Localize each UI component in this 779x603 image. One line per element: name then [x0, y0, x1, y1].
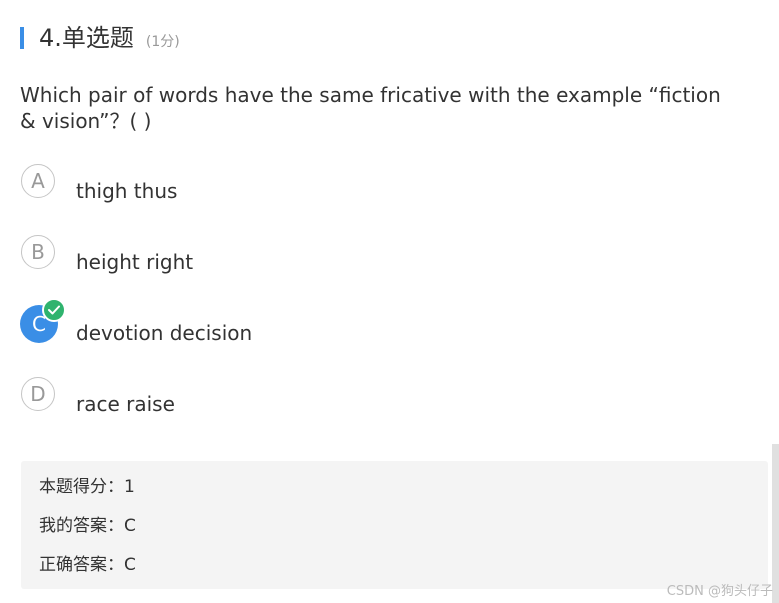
question-text: Which pair of words have the same fricat…: [20, 83, 721, 133]
correct-answer-value: C: [124, 555, 136, 575]
correct-answer-label: 正确答案：: [39, 555, 124, 575]
question-header: 4.单选题 (1分): [20, 24, 180, 52]
option-d-letter[interactable]: D: [21, 377, 55, 411]
scrollbar[interactable]: [772, 444, 779, 603]
option-c[interactable]: C devotion decision: [20, 298, 760, 377]
my-answer-line: 我的答案：C: [39, 515, 136, 537]
my-answer-value: C: [124, 516, 136, 536]
option-a-letter[interactable]: A: [21, 164, 55, 198]
score-line: 本题得分：1: [39, 476, 135, 498]
option-d-text[interactable]: race raise: [76, 391, 175, 417]
question-score-note: (1分): [145, 34, 180, 50]
quiz-page: 4.单选题 (1分) Which pair of words have the …: [0, 0, 779, 603]
correct-answer-line: 正确答案：C: [39, 554, 136, 576]
score-value: 1: [124, 477, 135, 497]
option-a[interactable]: A thigh thus: [20, 164, 760, 235]
watermark: CSDN @狗头仔子: [666, 584, 773, 599]
option-d[interactable]: D race raise: [20, 377, 760, 448]
result-panel: 本题得分：1 我的答案：C 正确答案：C: [21, 461, 768, 589]
my-answer-label: 我的答案：: [39, 516, 124, 536]
option-b[interactable]: B height right: [20, 235, 760, 306]
score-label: 本题得分：: [39, 477, 124, 497]
check-icon: [42, 298, 66, 322]
question-title: 4.单选题: [39, 24, 134, 52]
options-list: A thigh thus B height right C devotion d…: [20, 164, 760, 448]
option-a-text[interactable]: thigh thus: [76, 178, 177, 204]
option-b-text[interactable]: height right: [76, 249, 193, 275]
option-b-letter[interactable]: B: [21, 235, 55, 269]
title-accent-bar: [20, 27, 24, 49]
option-c-text[interactable]: devotion decision: [76, 320, 252, 346]
